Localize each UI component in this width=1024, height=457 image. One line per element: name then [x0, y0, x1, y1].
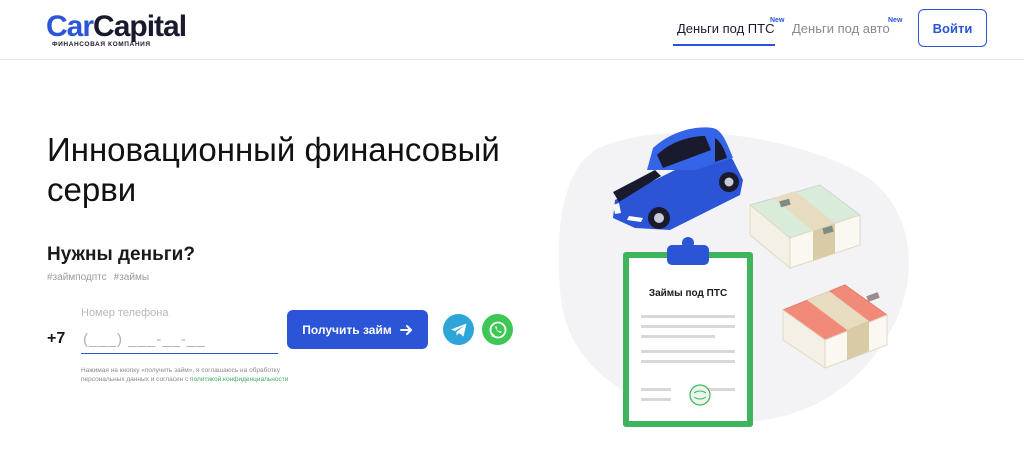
carcapital-logo[interactable]: CarCapital ФИНАНСОВАЯ КОМПАНИЯ: [46, 10, 216, 50]
active-nav-underline: [673, 44, 775, 46]
phone-input[interactable]: [81, 326, 278, 354]
hashtag: #займподптс: [47, 272, 107, 283]
arrow-right-icon: [399, 324, 412, 335]
get-loan-button[interactable]: Получить займ: [287, 310, 428, 349]
login-button[interactable]: Войти: [918, 9, 987, 47]
logo-subtitle: ФИНАНСОВАЯ КОМПАНИЯ: [52, 41, 151, 48]
need-money-heading: Нужны деньги?: [47, 244, 195, 265]
new-badge: New: [888, 17, 903, 24]
hero-illustration: Займы под ПТС: [558, 127, 909, 427]
hashtags: #займподптс #займы: [47, 272, 156, 283]
new-badge: New: [770, 17, 785, 24]
site-header: CarCapital ФИНАНСОВАЯ КОМПАНИЯ Деньги по…: [0, 0, 1024, 60]
clipboard-title: Займы под ПТС: [649, 288, 727, 299]
telegram-button[interactable]: [443, 314, 474, 345]
nav-link-money-for-car[interactable]: Деньги под авто: [792, 20, 890, 38]
clipboard-document-icon: Займы под ПТС: [623, 237, 753, 427]
whatsapp-button[interactable]: [482, 314, 513, 345]
phone-field-label: Номер телефона: [81, 307, 169, 319]
nav-link-money-for-pts[interactable]: Деньги под ПТС: [677, 20, 774, 38]
whatsapp-icon: [489, 321, 506, 338]
phone-country-prefix: +7: [47, 330, 66, 347]
get-loan-label: Получить займ: [302, 322, 392, 337]
hero-title: Инновационный финансовый серви: [47, 131, 500, 208]
consent-text: Нажимая на кнопку «получить займ», я сог…: [81, 367, 289, 383]
telegram-icon: [450, 323, 466, 336]
logo-wordmark: CarCapital: [46, 10, 187, 43]
hashtag: #займы: [113, 272, 150, 283]
privacy-policy-link[interactable]: политикой конфиденциальности: [190, 376, 288, 383]
